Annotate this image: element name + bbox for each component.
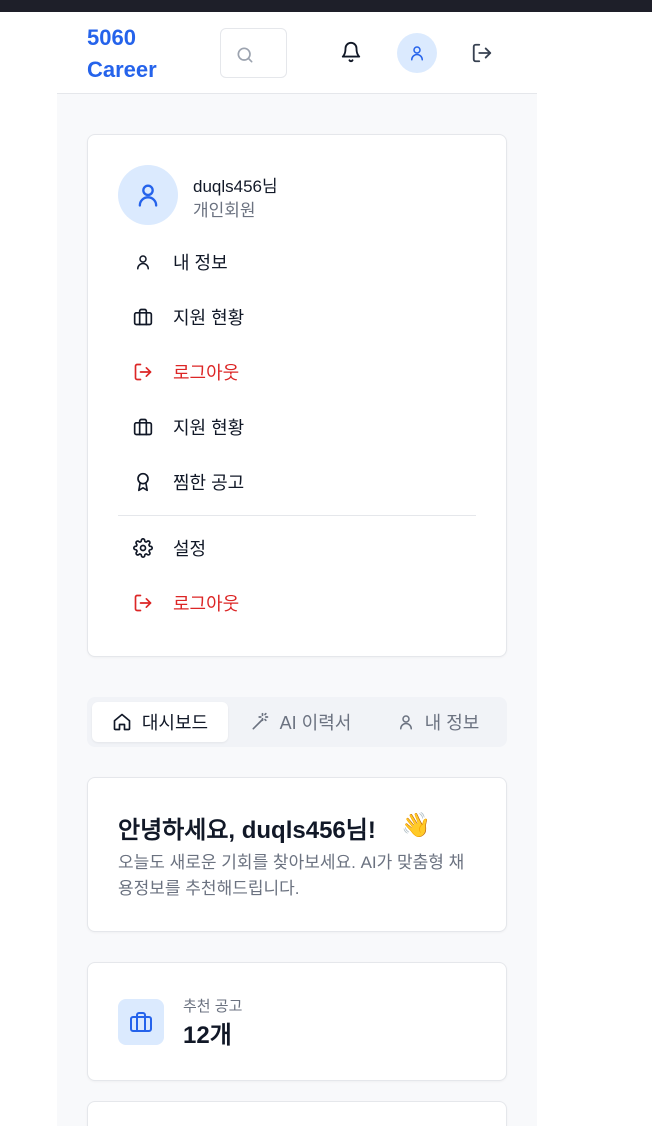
welcome-title: 안녕하세요, duqls456님!: [118, 817, 376, 844]
brand-logo[interactable]: 5060 Career: [87, 22, 197, 86]
app-container: 5060 Career duqls456님 개인회원 내 정보 지원 현황 로그…: [57, 12, 537, 1126]
brand-line-2: Career: [87, 57, 157, 82]
tab-label: 내 정보: [424, 713, 480, 733]
stat-label: 추천 공고: [183, 998, 243, 1015]
tab-label: 대시보드: [141, 713, 209, 733]
notification-button[interactable]: [340, 41, 362, 68]
profile-name: duqls456님: [193, 177, 278, 196]
recommended-jobs-card[interactable]: 추천 공고 12개: [87, 962, 507, 1081]
menu-item-label: 찜한 공고: [173, 473, 245, 493]
brand-line-1: 5060: [87, 25, 136, 50]
menu-item-my-info[interactable]: 내 정보: [133, 247, 473, 277]
user-menu-card: duqls456님 개인회원 내 정보 지원 현황 로그아웃 지원 현황 찜한 …: [87, 134, 507, 657]
menu-item-settings[interactable]: 설정: [133, 533, 473, 563]
award-icon: [133, 472, 153, 492]
search-icon: [237, 47, 253, 63]
briefcase-icon: [133, 307, 153, 327]
tab-dashboard[interactable]: 대시보드: [92, 702, 228, 742]
tab-label: AI 이력서: [279, 713, 352, 733]
menu-item-label: 내 정보: [173, 253, 228, 273]
avatar-button[interactable]: [397, 33, 437, 73]
tab-ai-resume[interactable]: AI 이력서: [233, 702, 368, 742]
briefcase-icon: [118, 999, 164, 1045]
home-icon: [112, 712, 132, 732]
next-stat-card: [87, 1101, 507, 1126]
welcome-description: 오늘도 새로운 기회를 찾아보세요. AI가 맞춤형 채용정보를 추천해드립니다…: [118, 853, 465, 898]
user-icon: [133, 252, 153, 272]
profile-member-type: 개인회원: [193, 201, 256, 220]
stat-value: 12개: [183, 1022, 232, 1049]
magic-wand-icon: [250, 712, 270, 732]
welcome-card: 안녕하세요, duqls456님! 👋 오늘도 새로운 기회를 찾아보세요. A…: [87, 777, 507, 932]
dashboard-tabs: 대시보드 AI 이력서 내 정보: [87, 697, 507, 747]
menu-item-logout[interactable]: 로그아웃: [133, 357, 473, 387]
logout-icon: [133, 593, 153, 613]
user-icon: [411, 46, 423, 61]
bell-icon: [341, 42, 361, 63]
menu-item-saved-jobs[interactable]: 찜한 공고: [133, 467, 473, 497]
header: 5060 Career: [57, 12, 537, 94]
menu-item-applications[interactable]: 지원 현황: [133, 302, 473, 332]
waving-hand-emoji: 👋: [401, 812, 431, 839]
menu-item-applications-2[interactable]: 지원 현황: [133, 412, 473, 442]
profile-avatar: [118, 165, 178, 225]
logout-icon: [472, 43, 492, 63]
tab-my-info[interactable]: 내 정보: [373, 702, 503, 742]
menu-item-label: 설정: [173, 539, 207, 559]
briefcase-icon: [133, 417, 153, 437]
gear-icon: [133, 538, 153, 558]
menu-item-label: 로그아웃: [173, 594, 240, 614]
user-icon: [397, 713, 415, 731]
menu-divider: [118, 515, 476, 516]
menu-item-logout-2[interactable]: 로그아웃: [133, 588, 473, 618]
menu-item-label: 지원 현황: [173, 418, 245, 438]
logout-button[interactable]: [471, 42, 493, 69]
logout-icon: [133, 362, 153, 382]
user-icon: [138, 184, 158, 207]
search-button[interactable]: [220, 28, 287, 78]
browser-top-strip: [0, 0, 652, 12]
menu-item-label: 지원 현황: [173, 308, 245, 328]
menu-item-label: 로그아웃: [173, 363, 240, 383]
